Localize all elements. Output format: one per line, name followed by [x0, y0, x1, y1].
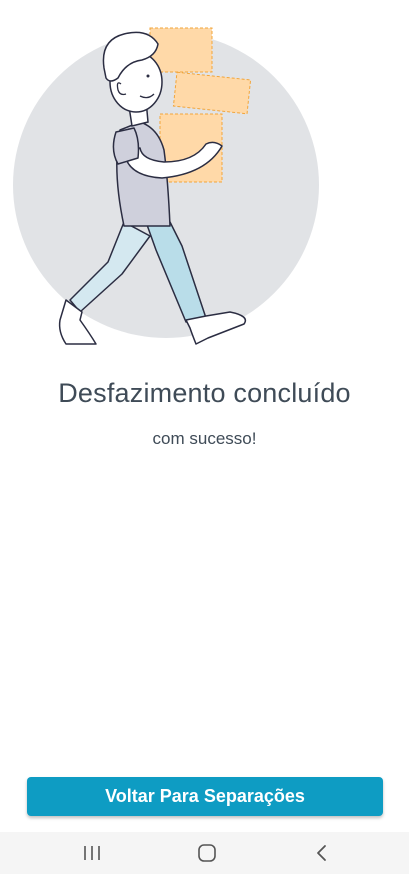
person-carrying-boxes-illustration	[13, 27, 319, 345]
success-screen: Desfazimento concluído com sucesso! Volt…	[0, 0, 409, 874]
back-icon	[317, 845, 326, 861]
back-button[interactable]	[297, 840, 347, 866]
recent-apps-button[interactable]	[67, 840, 117, 866]
home-button[interactable]	[182, 840, 232, 866]
page-title: Desfazimento concluído	[58, 378, 351, 408]
back-to-separations-button[interactable]: Voltar Para Separações	[27, 777, 383, 816]
recent-apps-icon	[84, 846, 100, 860]
page-subtitle: com sucesso!	[152, 429, 257, 448]
system-navigation-bar	[0, 832, 409, 874]
home-icon	[198, 844, 216, 862]
